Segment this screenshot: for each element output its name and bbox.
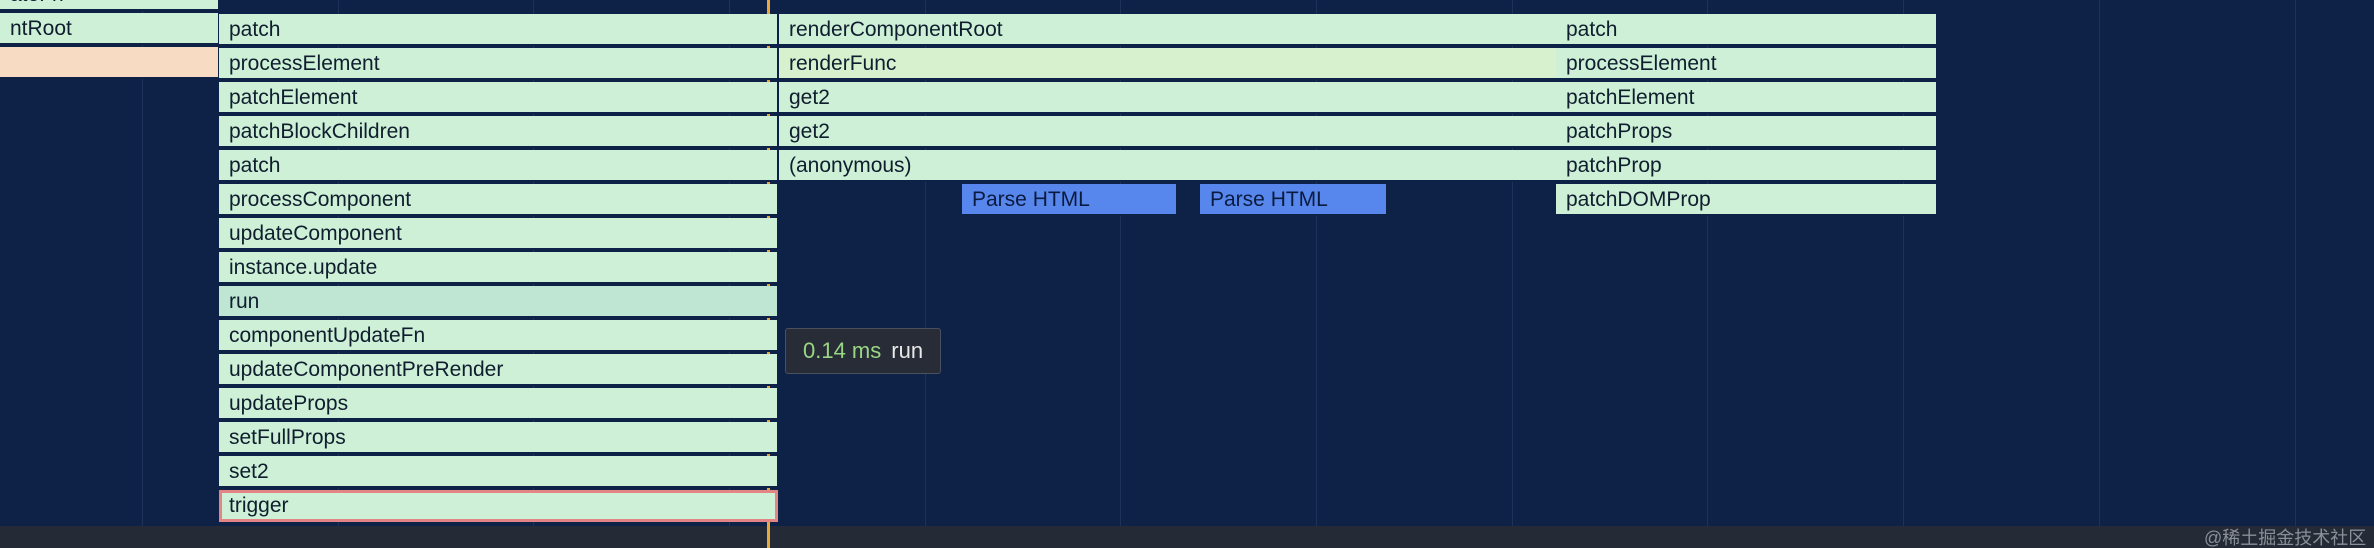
watermark: @稀土掘金技术社区 xyxy=(2204,528,2367,548)
frame-parse-html[interactable]: Parse HTML xyxy=(1200,184,1387,216)
frame-parse-html[interactable]: Parse HTML xyxy=(962,184,1177,216)
frame-setfullprops[interactable]: setFullProps xyxy=(219,422,778,454)
frame-ntroot[interactable]: ntRoot xyxy=(0,13,219,45)
frame-patchblockchildren[interactable]: patchBlockChildren xyxy=(219,116,778,148)
frame-trigger[interactable]: trigger xyxy=(219,490,778,522)
frame-updatecomponentprerender[interactable]: updateComponentPreRender xyxy=(219,354,778,386)
frame-patchprops[interactable]: patchProps xyxy=(1556,116,1937,148)
frame-patch[interactable]: patch xyxy=(1556,14,1937,46)
frame-atefn[interactable]: ateFn xyxy=(0,0,219,11)
frame-componentupdatefn[interactable]: componentUpdateFn xyxy=(219,320,778,352)
frame-patch[interactable]: patch xyxy=(219,150,778,182)
frame-updatecomponent[interactable]: updateComponent xyxy=(219,218,778,250)
timeline-gridline xyxy=(2295,0,2296,526)
frame-processelement[interactable]: processElement xyxy=(219,48,778,80)
frame-patchdomprop[interactable]: patchDOMProp xyxy=(1556,184,1937,216)
frame-patchprop[interactable]: patchProp xyxy=(1556,150,1937,182)
frame-blank[interactable] xyxy=(0,47,219,79)
flame-chart[interactable]: ateFnntRootpatchprocessElementpatchEleme… xyxy=(0,0,2374,548)
frame-patchelement[interactable]: patchElement xyxy=(219,82,778,114)
frame-patch[interactable]: patch xyxy=(219,14,778,46)
hover-tooltip: 0.14 ms run xyxy=(785,328,942,374)
tooltip-name: run xyxy=(891,338,924,363)
tooltip-duration: 0.14 ms xyxy=(803,338,882,363)
frame-processelement[interactable]: processElement xyxy=(1556,48,1937,80)
frame-updateprops[interactable]: updateProps xyxy=(219,388,778,420)
frame-set2[interactable]: set2 xyxy=(219,456,778,488)
frame-instance-update[interactable]: instance.update xyxy=(219,252,778,284)
frame-run[interactable]: run xyxy=(219,286,778,318)
frame-processcomponent[interactable]: processComponent xyxy=(219,184,778,216)
timeline-bottom-strip xyxy=(0,526,2374,548)
timeline-gridline xyxy=(2099,0,2100,526)
frame-patchelement[interactable]: patchElement xyxy=(1556,82,1937,114)
